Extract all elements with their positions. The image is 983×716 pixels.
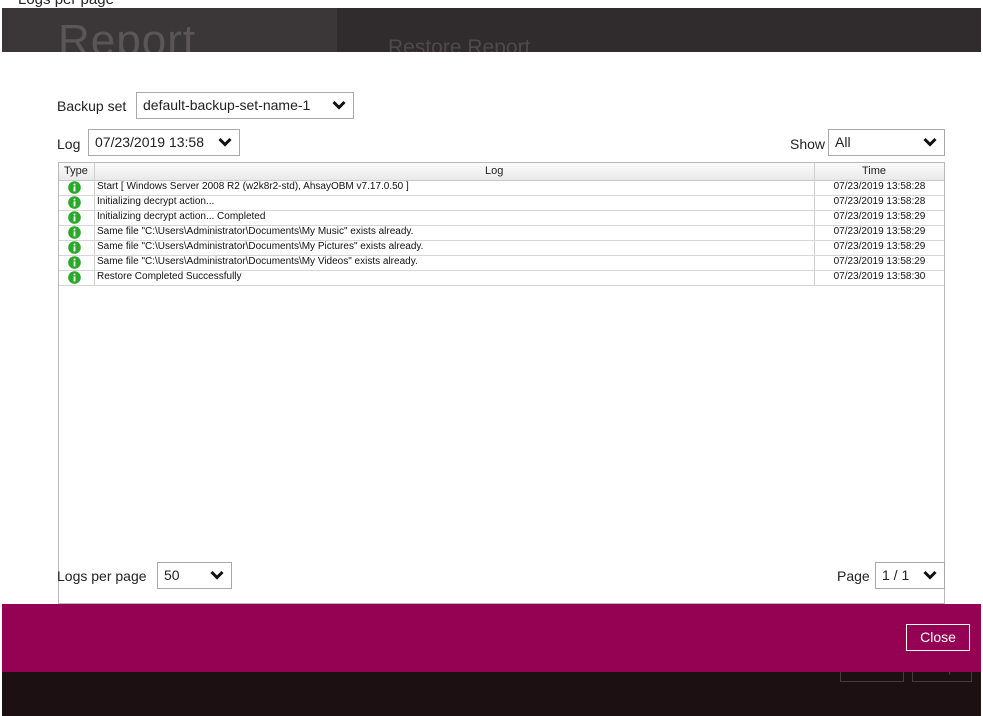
info-icon bbox=[68, 211, 81, 224]
show-label: Show bbox=[790, 136, 826, 152]
log-date-value: 07/23/2019 13:58 bbox=[95, 134, 204, 150]
log-time: 07/23/2019 13:58:28 bbox=[833, 181, 926, 192]
table-row[interactable]: Same file "C:\Users\Administrator\Docume… bbox=[59, 255, 944, 271]
table-row[interactable]: Same file "C:\Users\Administrator\Docume… bbox=[59, 225, 944, 241]
dialog-footer bbox=[2, 604, 981, 644]
page-label: Page bbox=[837, 568, 870, 584]
log-table[interactable]: Type Log Time Start [ Windows Server 200… bbox=[58, 162, 945, 604]
log-table-header: Type Log Time bbox=[59, 163, 944, 181]
log-time: 07/23/2019 13:58:29 bbox=[833, 256, 926, 267]
logs-per-page-value: 50 bbox=[164, 567, 180, 583]
chevron-down-icon bbox=[923, 137, 937, 147]
logs-per-page-label: Logs per page bbox=[57, 568, 147, 584]
info-icon bbox=[68, 181, 81, 194]
log-time: 07/23/2019 13:58:29 bbox=[833, 241, 926, 252]
column-header-time[interactable]: Time bbox=[862, 165, 886, 177]
column-header-type[interactable]: Type bbox=[64, 165, 88, 177]
table-row[interactable]: Initializing decrypt action... 07/23/2019… bbox=[59, 195, 944, 211]
log-date-select[interactable]: 07/23/2019 13:58 bbox=[88, 129, 240, 156]
page-value: 1 / 1 bbox=[882, 567, 910, 583]
table-row[interactable]: Initializing decrypt action... Completed… bbox=[59, 210, 944, 226]
show-filter-value: All bbox=[835, 134, 851, 150]
table-row[interactable]: Same file "C:\Users\Administrator\Docume… bbox=[59, 240, 944, 256]
backup-set-label: Backup set bbox=[57, 98, 127, 114]
log-label: Log bbox=[57, 136, 81, 152]
log-message: Same file "C:\Users\Administrator\Docume… bbox=[97, 256, 418, 267]
table-row[interactable]: Restore Completed Successfully 07/23/2019… bbox=[59, 270, 944, 286]
info-icon bbox=[68, 271, 81, 284]
top-caption: Logs per page bbox=[0, 0, 983, 8]
log-message: Same file "C:\Users\Administrator\Docume… bbox=[97, 241, 424, 252]
log-message: Restore Completed Successfully bbox=[97, 271, 242, 282]
show-filter-select[interactable]: All bbox=[828, 129, 945, 156]
backup-set-select[interactable]: default-backup-set-name-1 bbox=[136, 92, 354, 119]
info-icon bbox=[68, 241, 81, 254]
log-time: 07/23/2019 13:58:29 bbox=[833, 226, 926, 237]
log-message: Initializing decrypt action... bbox=[97, 196, 215, 207]
log-time: 07/23/2019 13:58:29 bbox=[833, 211, 926, 222]
info-icon bbox=[68, 196, 81, 209]
chevron-down-icon bbox=[218, 137, 232, 147]
table-row[interactable]: Start [ Windows Server 2008 R2 (w2k8r2-s… bbox=[59, 180, 944, 196]
log-message: Start [ Windows Server 2008 R2 (w2k8r2-s… bbox=[97, 181, 409, 192]
chevron-down-icon bbox=[923, 570, 937, 580]
chevron-down-icon bbox=[210, 570, 224, 580]
top-caption-text: Logs per page bbox=[18, 0, 114, 8]
page-select[interactable]: 1 / 1 bbox=[875, 562, 945, 589]
close-button[interactable]: Close bbox=[906, 624, 970, 651]
info-icon bbox=[68, 256, 81, 269]
logs-per-page-select[interactable]: 50 bbox=[157, 562, 232, 589]
dialog-footer-lower bbox=[2, 644, 981, 672]
log-time: 07/23/2019 13:58:28 bbox=[833, 196, 926, 207]
log-message: Initializing decrypt action... Completed bbox=[97, 211, 266, 222]
info-icon bbox=[68, 226, 81, 239]
restore-report-dialog: Backup set default-backup-set-name-1 Log… bbox=[2, 52, 981, 604]
column-header-log[interactable]: Log bbox=[485, 165, 503, 177]
backup-set-value: default-backup-set-name-1 bbox=[143, 97, 311, 113]
chevron-down-icon bbox=[332, 100, 346, 110]
log-message: Same file "C:\Users\Administrator\Docume… bbox=[97, 226, 414, 237]
log-time: 07/23/2019 13:58:30 bbox=[833, 271, 926, 282]
